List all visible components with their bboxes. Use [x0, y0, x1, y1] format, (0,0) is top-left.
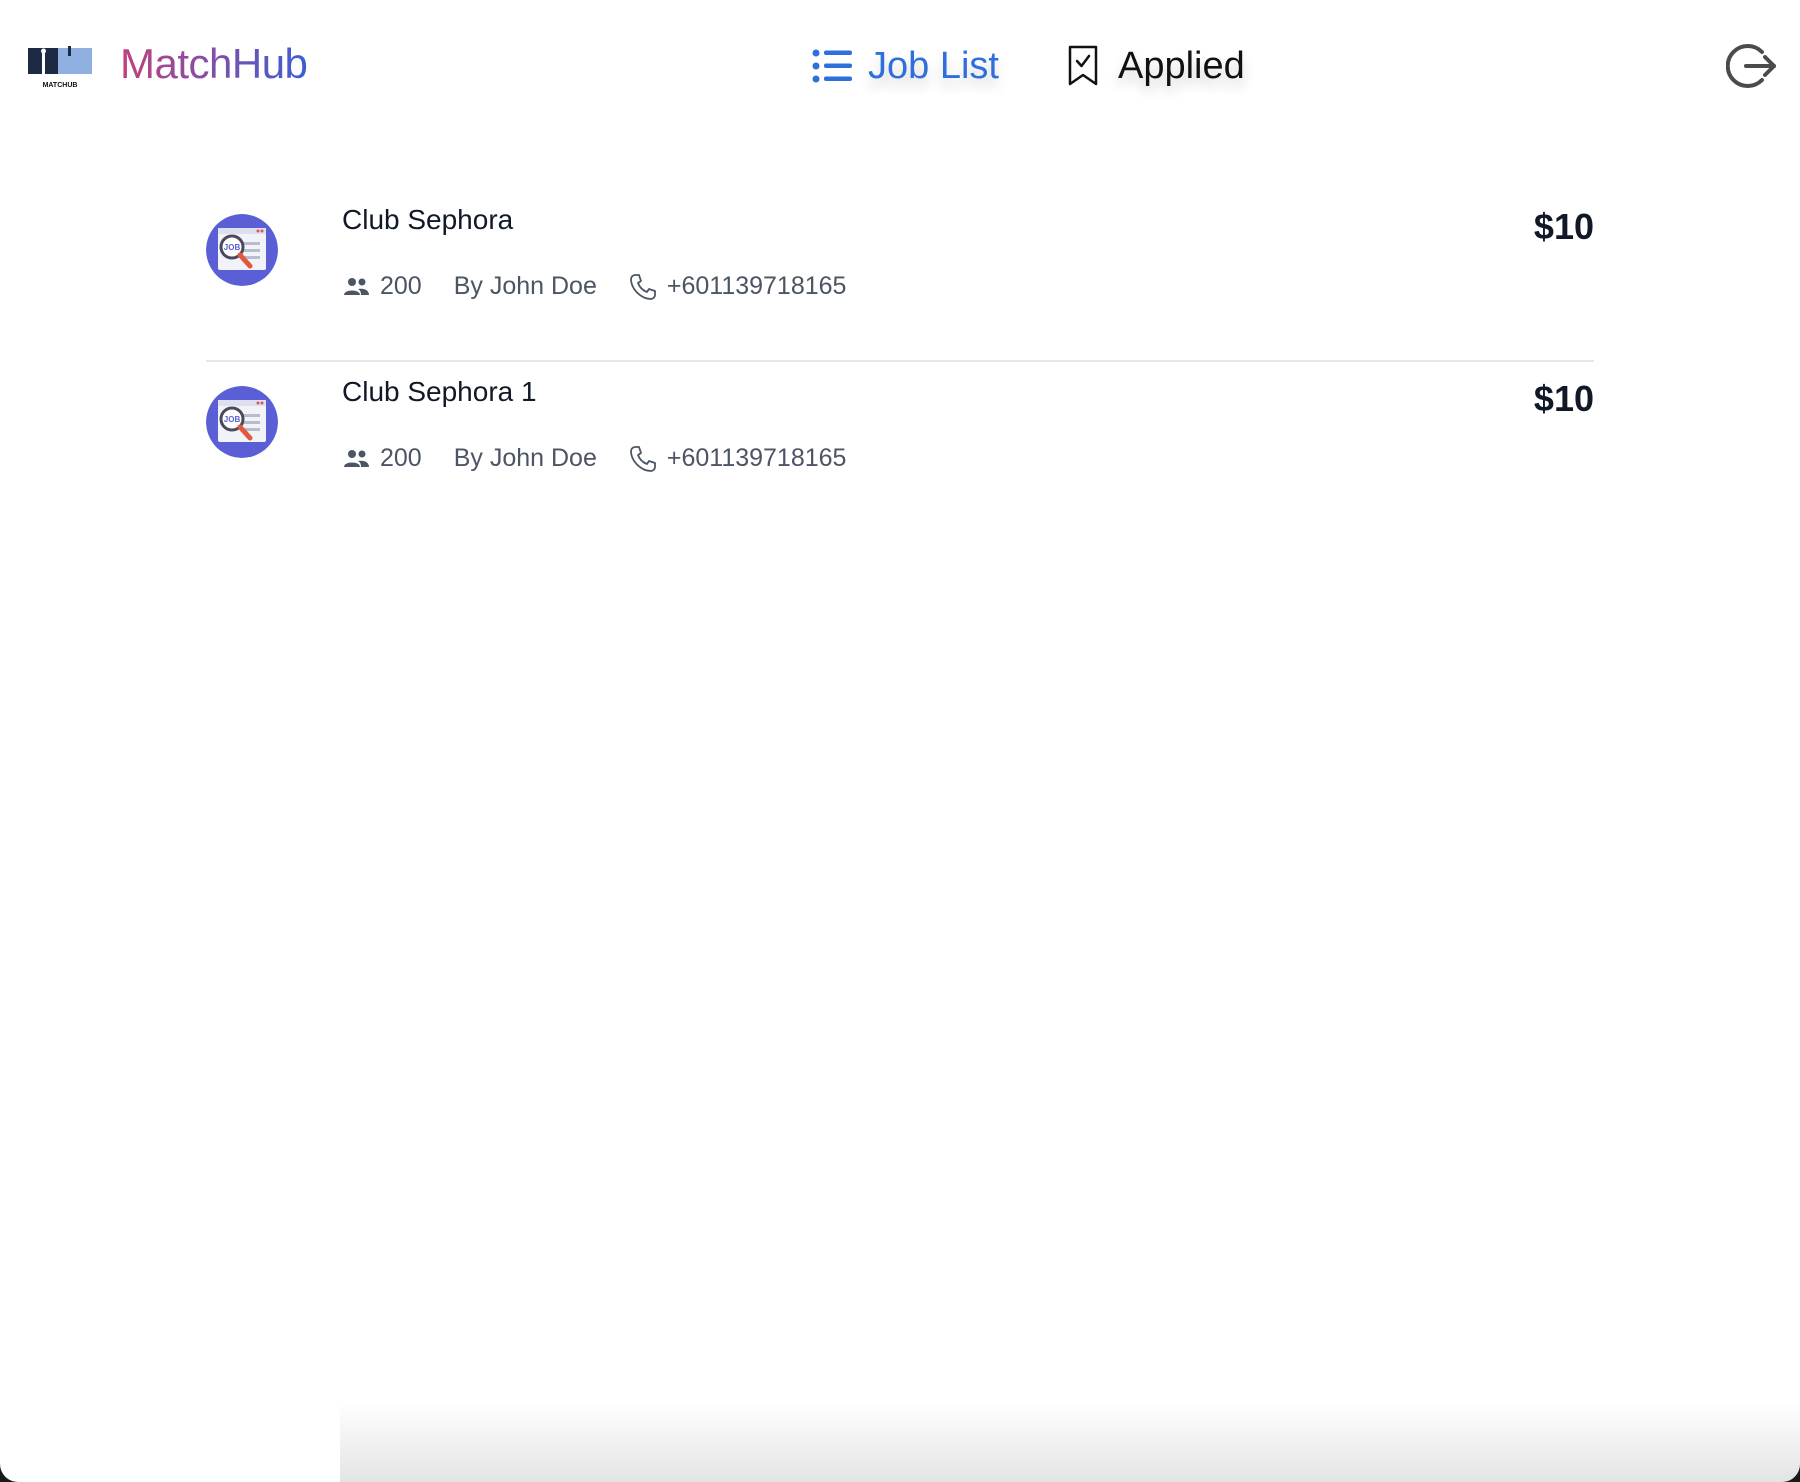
- matchhub-logo-icon[interactable]: MATCHUB: [28, 44, 92, 90]
- job-title: Club Sephora 1: [342, 376, 537, 407]
- job-list-item[interactable]: JOB Club Sephora 1 $10 200 By John Doe +…: [206, 362, 1594, 532]
- job-price: $10: [1533, 378, 1594, 419]
- list-icon: [810, 43, 856, 89]
- applicant-count: 200: [342, 272, 422, 301]
- window-bottom-shadow: [340, 1402, 1800, 1482]
- job-price: $10: [1533, 206, 1594, 247]
- job-phone[interactable]: +601139718165: [629, 272, 847, 301]
- job-search-icon: JOB: [206, 214, 278, 286]
- app-window: MATCHUB MatchHub Job List Applied JOB Cl…: [0, 0, 1800, 1482]
- applicant-count-value: 200: [380, 272, 422, 300]
- logo-text: MATCHUB: [43, 82, 78, 89]
- nav-applied-label: Applied: [1118, 44, 1245, 87]
- job-list: JOB Club Sephora $10 200 By John Doe +60…: [206, 190, 1594, 532]
- phone-icon: [629, 273, 657, 301]
- job-phone[interactable]: +601139718165: [629, 444, 847, 473]
- applicant-count-value: 200: [380, 444, 422, 472]
- job-phone-value: +601139718165: [666, 272, 847, 300]
- brand-name[interactable]: MatchHub: [120, 40, 308, 88]
- nav-job-list-label: Job List: [868, 44, 999, 87]
- job-title: Club Sephora: [342, 204, 514, 235]
- job-meta: 200 By John Doe +601139718165: [342, 272, 878, 301]
- top-navbar: MATCHUB MatchHub Job List Applied: [0, 0, 1800, 132]
- users-icon: [342, 449, 370, 469]
- bookmark-check-icon: [1060, 43, 1106, 89]
- applicant-count: 200: [342, 444, 422, 473]
- job-avatar-text: JOB: [224, 415, 241, 424]
- job-list-item[interactable]: JOB Club Sephora $10 200 By John Doe +60…: [206, 190, 1594, 362]
- job-author: By John Doe: [453, 444, 597, 472]
- job-meta: 200 By John Doe +601139718165: [342, 444, 878, 473]
- phone-icon: [629, 445, 657, 473]
- job-avatar-text: JOB: [224, 243, 241, 252]
- logout-icon[interactable]: [1726, 40, 1778, 92]
- nav-applied[interactable]: Applied: [1060, 36, 1245, 96]
- job-author: By John Doe: [453, 272, 597, 300]
- job-search-icon: JOB: [206, 386, 278, 458]
- users-icon: [342, 277, 370, 297]
- job-phone-value: +601139718165: [666, 444, 847, 472]
- nav-job-list[interactable]: Job List: [810, 36, 999, 96]
